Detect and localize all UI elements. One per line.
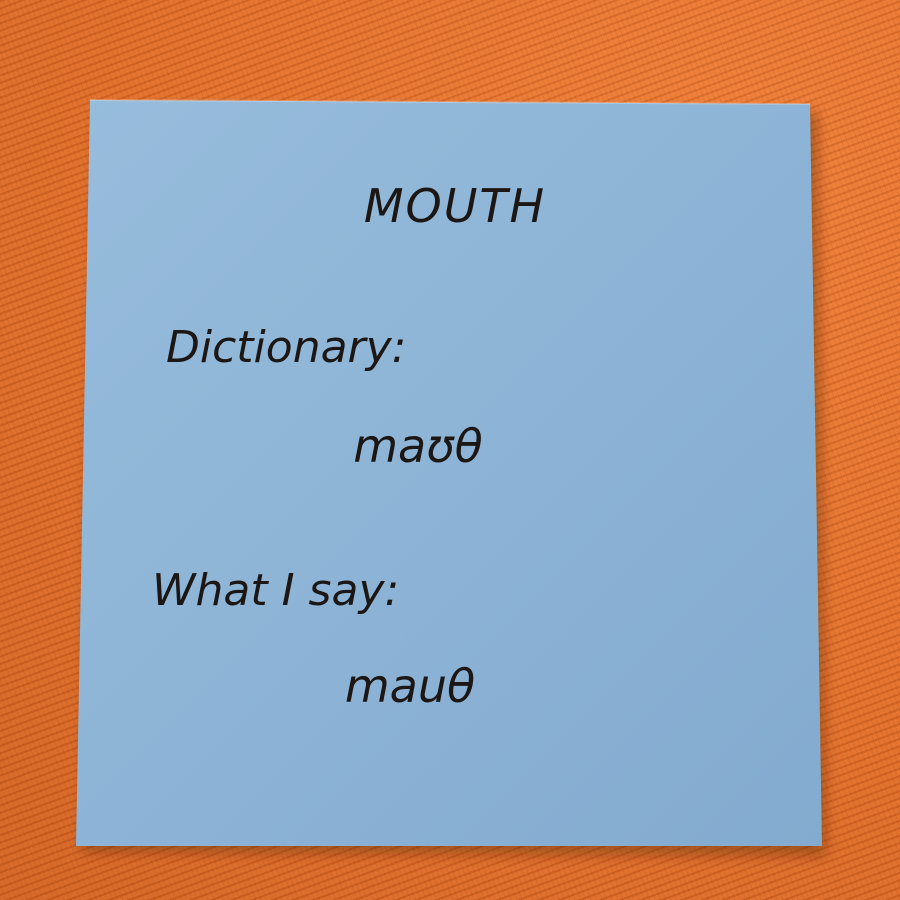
dictionary-label: Dictionary:	[166, 322, 407, 373]
what-i-say-pronunciation: mauθ	[345, 659, 475, 713]
sticky-note: MOUTH Dictionary: maʊθ What I say: mauθ	[76, 99, 826, 856]
dictionary-pronunciation: maʊθ	[353, 419, 483, 473]
what-i-say-label: What I say:	[152, 565, 399, 616]
note-title: MOUTH	[364, 179, 546, 233]
